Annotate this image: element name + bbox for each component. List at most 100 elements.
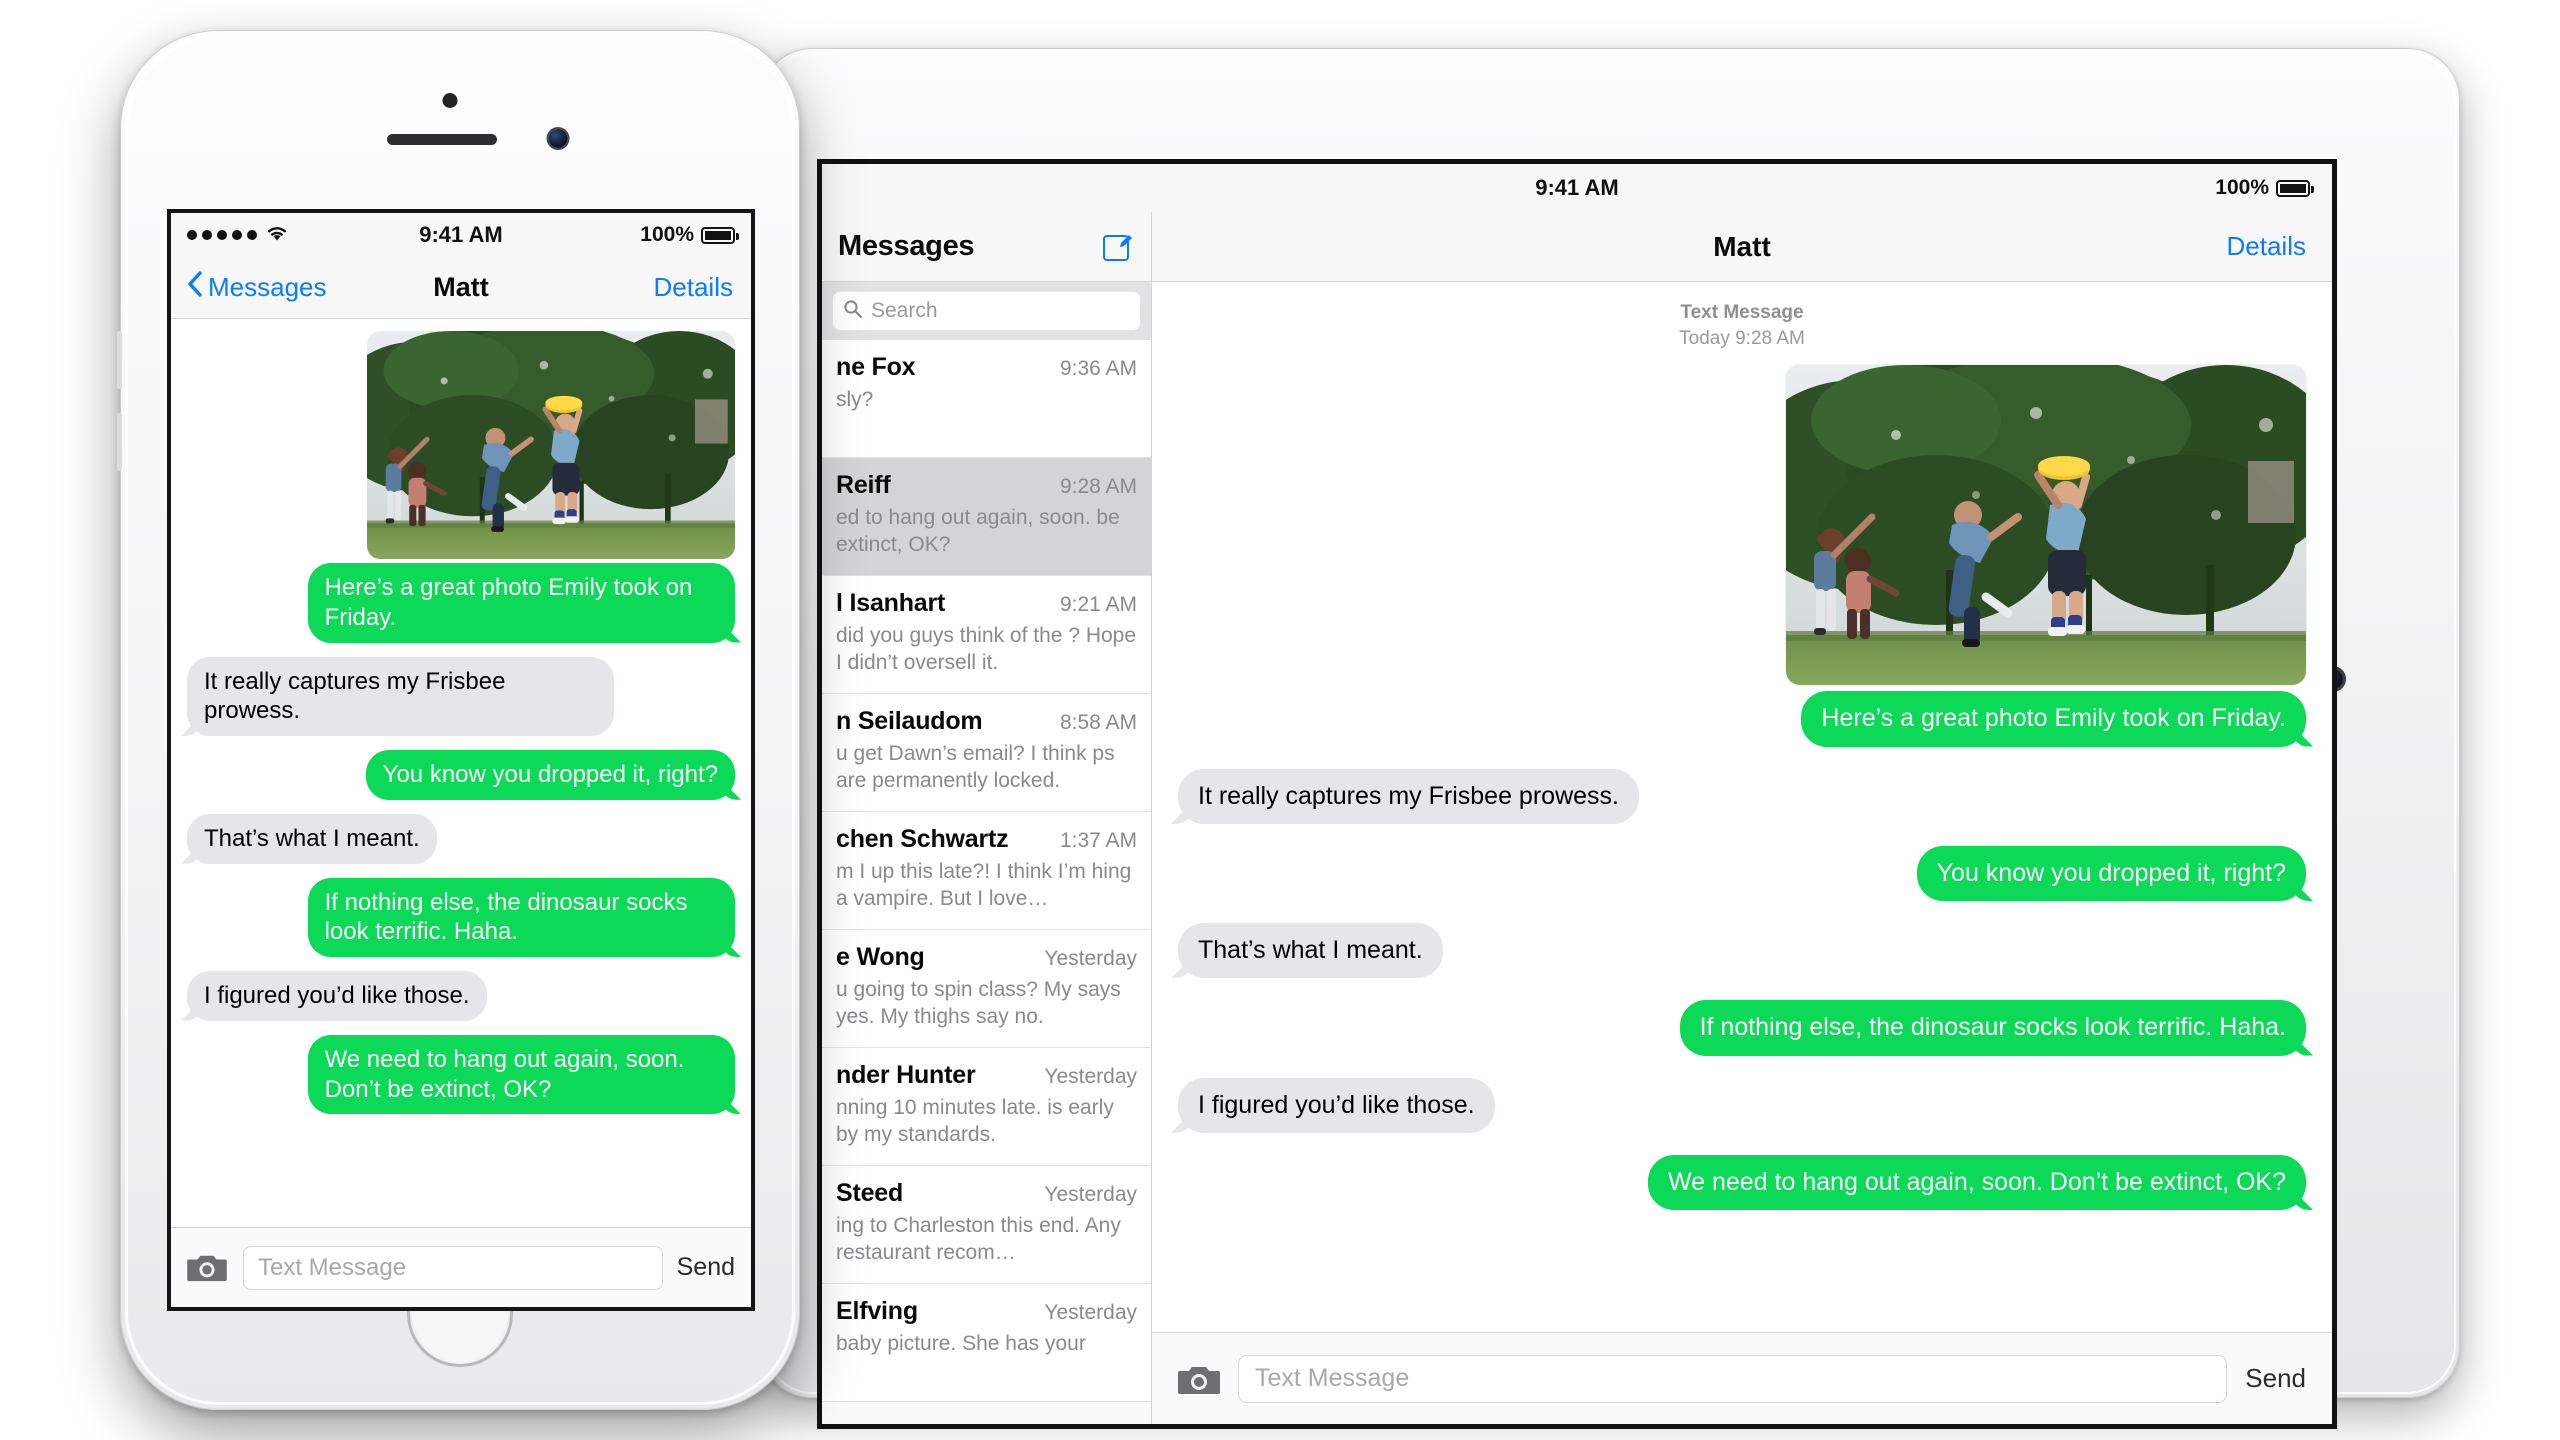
- details-button[interactable]: Details: [654, 272, 733, 303]
- list-item[interactable]: ne Fox 9:36 AM sly?: [822, 340, 1151, 458]
- message-bubble-outgoing[interactable]: You know you dropped it, right?: [365, 750, 735, 800]
- page-title: Matt: [1713, 230, 1771, 262]
- photo-message-row: [187, 331, 735, 559]
- photo-attachment[interactable]: [367, 331, 735, 559]
- volume-up-button[interactable]: [117, 331, 122, 389]
- ipad-status-time: 9:41 AM: [1535, 175, 1619, 200]
- send-button[interactable]: Send: [2245, 1363, 2306, 1394]
- timestamp-time: Today 9:28 AM: [1679, 327, 1805, 349]
- conversation-name: n Seilaudom: [836, 707, 983, 735]
- details-button[interactable]: Details: [2227, 231, 2306, 262]
- message-bubble-outgoing[interactable]: If nothing else, the dinosaur socks look…: [307, 877, 735, 957]
- message-bubble-outgoing[interactable]: You know you dropped it, right?: [1916, 845, 2306, 902]
- conversation-time: 9:36 AM: [1059, 357, 1137, 380]
- chevron-left-icon: [187, 270, 203, 305]
- conversation-time: Yesterday: [1044, 1065, 1137, 1088]
- conversation-time: Yesterday: [1044, 1183, 1137, 1206]
- ipad-detail-navbar: Matt Details: [1152, 212, 2332, 282]
- conversation-time: Yesterday: [1044, 1301, 1137, 1324]
- message-bubble-outgoing[interactable]: Here’s a great photo Emily took on Frida…: [1801, 691, 2306, 747]
- send-button[interactable]: Send: [677, 1253, 735, 1282]
- conversation-snippet: baby picture. She has your: [836, 1332, 1086, 1355]
- message-bubble-incoming[interactable]: That’s what I meant.: [187, 813, 437, 864]
- iphone-earpiece-speaker-icon: [387, 134, 497, 145]
- list-item[interactable]: l Isanhart 9:21 AM did you guys think of…: [822, 576, 1151, 694]
- message-input-placeholder: Text Message: [258, 1253, 407, 1281]
- photo-attachment[interactable]: [1786, 365, 2306, 686]
- back-button[interactable]: Messages: [187, 270, 327, 305]
- ipad-conversation-list[interactable]: Messages Search ne Fox 9:36 AM sly? Reif…: [822, 212, 1152, 1424]
- message-bubble-outgoing[interactable]: Here’s a great photo Emily took on Frida…: [307, 563, 735, 643]
- message-row: I figured you’d like those.: [187, 971, 735, 1021]
- message-row: If nothing else, the dinosaur socks look…: [187, 877, 735, 957]
- volume-down-button[interactable]: [117, 413, 122, 471]
- list-item[interactable]: Reiff 9:28 AM ed to hang out again, soon…: [822, 458, 1151, 576]
- iphone-status-left: [187, 222, 289, 248]
- message-row: It really captures my Frisbee prowess.: [187, 656, 735, 736]
- message-row: If nothing else, the dinosaur socks look…: [1178, 1000, 2306, 1056]
- message-row: It really captures my Frisbee prowess.: [1178, 768, 2306, 824]
- ipad-conversation-detail: Matt Details Text Message Today 9:28 AM: [1152, 212, 2332, 1424]
- iphone-front-camera-icon: [548, 129, 568, 148]
- conversation-name: Steed: [836, 1179, 904, 1207]
- page-title: Matt: [433, 272, 489, 302]
- search-placeholder: Search: [871, 299, 938, 322]
- iphone-message-thread: Here’s a great photo Emily took on Frida…: [171, 319, 751, 1227]
- iphone-screen: 9:41 AM 100% Messages Matt Details Here’…: [167, 209, 755, 1311]
- message-row: Here’s a great photo Emily took on Frida…: [1178, 691, 2306, 747]
- message-bubble-incoming[interactable]: I figured you’d like those.: [187, 971, 487, 1021]
- message-row: Here’s a great photo Emily took on Frida…: [187, 563, 735, 643]
- ipad-battery-percent: 100%: [2215, 176, 2269, 199]
- list-item[interactable]: chen Schwartz 1:37 AM m I up this late?!…: [822, 812, 1151, 930]
- message-input[interactable]: Text Message: [243, 1245, 663, 1290]
- conversation-snippet: ing to Charleston this end. Any restaura…: [836, 1214, 1121, 1265]
- conversation-snippet: u going to spin class? My says yes. My t…: [836, 978, 1121, 1029]
- camera-icon[interactable]: [187, 1251, 229, 1285]
- screenshot-root: 9:41 AM 100% Messages Search ne Fox 9:36…: [0, 0, 2560, 1440]
- conversation-time: 8:58 AM: [1059, 711, 1137, 734]
- message-row: We need to hang out again, soon. Don’t b…: [1178, 1154, 2306, 1211]
- compose-icon[interactable]: [1101, 230, 1135, 264]
- conversation-name: Reiff: [836, 471, 891, 499]
- back-button-label: Messages: [208, 272, 327, 302]
- conversation-time: Yesterday: [1044, 947, 1137, 970]
- timestamp-kind: Text Message: [1680, 302, 1804, 323]
- message-row: That’s what I meant.: [187, 813, 735, 864]
- message-bubble-incoming[interactable]: It really captures my Frisbee prowess.: [1178, 768, 1639, 824]
- list-item[interactable]: Elfving Yesterday baby picture. She has …: [822, 1284, 1151, 1402]
- conversation-name: e Wong: [836, 943, 925, 971]
- list-item[interactable]: Steed Yesterday ing to Charleston this e…: [822, 1166, 1151, 1284]
- message-bubble-incoming[interactable]: That’s what I meant.: [1178, 923, 1443, 979]
- message-bubble-outgoing[interactable]: If nothing else, the dinosaur socks look…: [1679, 1000, 2306, 1056]
- list-item[interactable]: n Seilaudom 8:58 AM u get Dawn’s email? …: [822, 694, 1151, 812]
- conversation-snippet: m I up this late?! I think I’m hing a va…: [836, 860, 1132, 911]
- message-input[interactable]: Text Message: [1238, 1354, 2228, 1403]
- search-input[interactable]: Search: [832, 291, 1141, 331]
- ipad-list-navbar: Messages: [822, 212, 1151, 282]
- iphone-battery-percent: 100%: [640, 223, 694, 246]
- message-row: That’s what I meant.: [1178, 923, 2306, 979]
- message-bubble-incoming[interactable]: I figured you’d like those.: [1178, 1077, 1495, 1133]
- iphone-status-time: 9:41 AM: [419, 222, 503, 247]
- conversation-snippet: did you guys think of the ? Hope I didn’…: [836, 624, 1137, 675]
- message-bubble-outgoing[interactable]: We need to hang out again, soon. Don’t b…: [1647, 1154, 2306, 1211]
- conversation-name: chen Schwartz: [836, 825, 1009, 853]
- iphone-device: 9:41 AM 100% Messages Matt Details Here’…: [117, 30, 800, 1410]
- conversation-name: nder Hunter: [836, 1061, 976, 1089]
- conversation-time: 9:21 AM: [1059, 593, 1137, 616]
- conversation-time: 9:28 AM: [1059, 475, 1137, 498]
- list-item[interactable]: e Wong Yesterday u going to spin class? …: [822, 930, 1151, 1048]
- ipad-list-title: Messages: [838, 230, 975, 262]
- message-input-placeholder: Text Message: [1255, 1364, 1410, 1392]
- iphone-proximity-sensor-icon: [442, 93, 458, 108]
- message-bubble-incoming[interactable]: It really captures my Frisbee prowess.: [187, 656, 615, 736]
- conversation-snippet: ed to hang out again, soon. be extinct, …: [836, 506, 1120, 557]
- signal-strength-icon: [187, 230, 257, 240]
- conversation-name: l Isanhart: [836, 589, 946, 617]
- list-item[interactable]: nder Hunter Yesterday nning 10 minutes l…: [822, 1048, 1151, 1166]
- ipad-battery-indicator: 100%: [2215, 176, 2314, 200]
- message-row: You know you dropped it, right?: [187, 750, 735, 800]
- conversation-name: Elfving: [836, 1297, 918, 1325]
- camera-icon[interactable]: [1178, 1362, 1220, 1396]
- message-bubble-outgoing[interactable]: We need to hang out again, soon. Don’t b…: [307, 1034, 735, 1115]
